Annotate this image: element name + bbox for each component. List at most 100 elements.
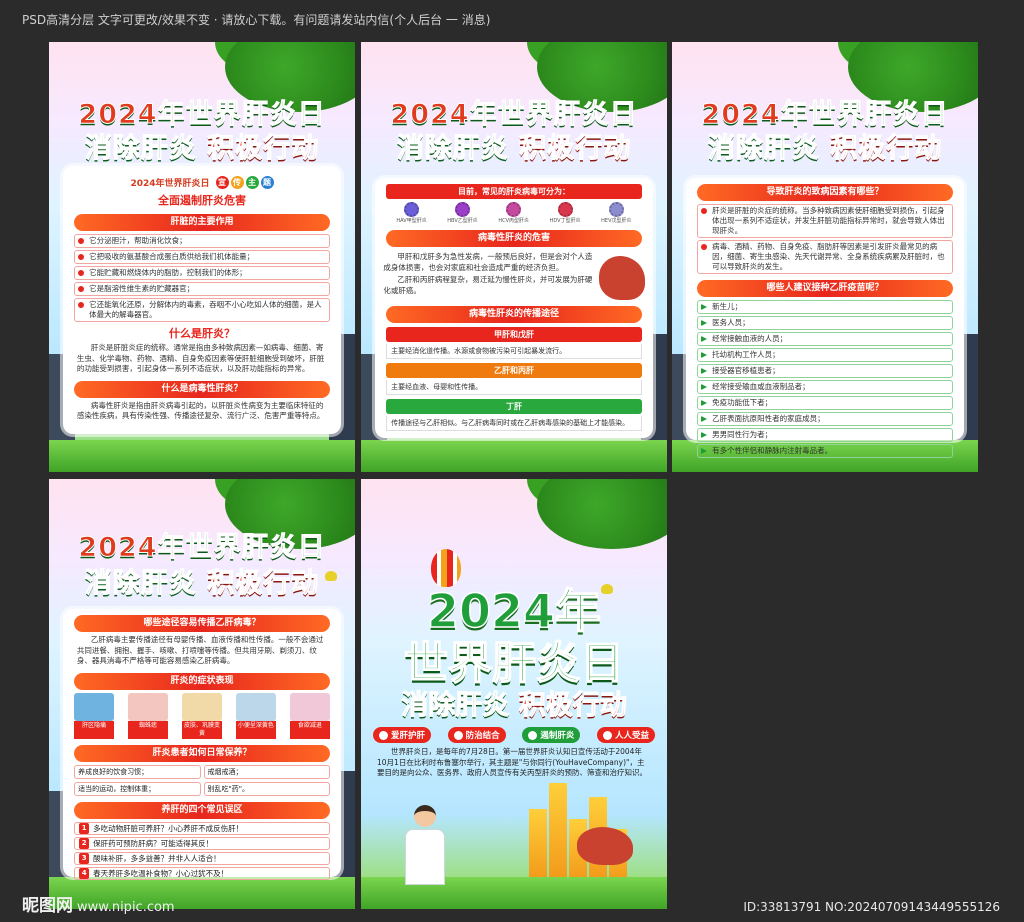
section-bar-viral: 什么是病毒性肝炎？ [74, 380, 330, 398]
section-bar-route: 病毒性肝炎的传播途径 [386, 306, 642, 323]
site-logo[interactable]: 昵图网 www.nipic.com [22, 891, 175, 916]
harm-block: 甲肝和戊肝多为急性发病，一般预后良好，但是会对个人造成身体损害，也会对家庭和社会… [383, 250, 645, 300]
list-item: 经常接触血液的人员； [697, 332, 953, 346]
list-item: 4 春天养肝多吃温补食物？小心过犹不及！ [74, 866, 330, 880]
poster-slogan: 消除肝炎 积极行动 [396, 133, 632, 165]
list-item: 2 保肝药可预防肝病？可能适得其反！ [74, 836, 330, 850]
heart-icon [379, 730, 388, 740]
hero-title: 世界肝炎日 [403, 637, 625, 690]
tag-row: 爱肝护肝 防治结合 遏制肝炎 人人受益 [373, 727, 655, 743]
virus-item: HDV丁型肝炎 [550, 202, 581, 224]
poster-5[interactable]: 2024年 世界肝炎日 消除肝炎 积极行动 爱肝护肝 防治结合 遏制肝炎 人人受… [361, 479, 667, 909]
vaccine-group-list: 新生儿； 医务人员； 经常接触血液的人员； 托幼机构工作人员； 接受器官移植患者… [697, 300, 953, 458]
list-item: 它能贮藏和燃烧体内的脂肪，控制我们的体形； [74, 266, 330, 280]
care-item: 养成良好的饮食习惯； [74, 764, 201, 779]
theme-badge: 传 [230, 176, 244, 189]
intro-text: 世界肝炎日，是每年的7月28日。第一届世界肝炎认知日宣传活动于2004年10月1… [377, 747, 647, 777]
theme-badges: 宣 传 主 题 [215, 176, 274, 189]
section-bar-vaccine: 哪些人建议接种乙肝疫苗呢？ [697, 280, 953, 297]
content-card: 导致肝炎的致病因素有哪些？ 肝炎是肝脏的炎症的统称。当多种致病因素使肝细胞受到损… [686, 178, 964, 458]
top-notice-text: PSD高清分层 文字可更改/效果不变 · 请放心下载。有问题请发站内信(个人后台… [22, 12, 491, 27]
theme-text: 全面遏制肝炎危害 [158, 194, 246, 207]
content-card: 2024年世界肝炎日 宣 传 主 题 全面遏制肝炎危害 肝脏的主要作用 它分泌胆… [63, 166, 341, 434]
virus-header: 目前，常见的肝炎病毒可分为： [386, 184, 642, 199]
grass-ground [361, 440, 667, 472]
route-ae-text: 主要经消化道传播。水源或食物被污染可引起暴发流行。 [386, 344, 642, 359]
top-notice-bar: PSD高清分层 文字可更改/效果不变 · 请放心下载。有问题请发站内信(个人后台… [0, 0, 1024, 38]
care-grid: 养成良好的饮食习惯； 戒烟戒酒； 适当的运动，控制体重； 别乱吃"药"。 [74, 764, 330, 796]
poster-slogan: 消除肝炎 积极行动 [84, 568, 320, 600]
section-bar-care: 肝炎患者如何日常保养？ [74, 744, 330, 762]
symptom-item: 小便呈深黄色 [235, 692, 276, 739]
route-ae-header: 甲肝和戊肝 [386, 327, 642, 342]
care-item: 适当的运动，控制体重； [74, 781, 201, 796]
symptom-item: 肝区隐痛 [74, 692, 115, 739]
list-item: 乙肝表面抗原阳性者的家庭成员； [697, 412, 953, 426]
section-bar-route: 哪些途径容易传播乙肝病毒？ [74, 615, 330, 632]
viral-text: 病毒性肝炎是指由肝炎病毒引起的，以肝脏炎性病变为主要临床特征的感染性疾病，具有传… [76, 400, 325, 421]
care-item: 戒烟戒酒； [203, 764, 330, 779]
poster-slogan: 消除肝炎 积极行动 [707, 133, 943, 165]
poster-4[interactable]: 2024年世界肝炎日 消除肝炎 积极行动 哪些途径容易传播乙肝病毒？ 乙肝病毒主… [49, 479, 355, 909]
tag-pill: 人人受益 [596, 727, 655, 743]
list-item: 经常接受输血或血液制品者； [697, 380, 953, 394]
poster-slogan: 消除肝炎 积极行动 [84, 133, 320, 165]
list-item: 有多个性伴侣和静脉内注射毒品者。 [697, 444, 953, 458]
section-bar-cause: 导致肝炎的致病因素有哪些？ [697, 184, 953, 201]
list-item: 1 多吃动物肝脏可养肝？小心养肝不成反伤肝！ [74, 821, 330, 835]
list-item: 男男同性行为者； [697, 428, 953, 442]
virus-item: HCV丙型肝炎 [498, 202, 529, 224]
footer: 昵图网 www.nipic.com ID:33813791 NO:20240709… [0, 894, 1024, 922]
list-item: 免疫功能低下者； [697, 396, 953, 410]
symptom-item: 食欲减退 [289, 692, 330, 739]
poster-title: 2024年世界肝炎日 [78, 532, 326, 564]
function-list: 它分泌胆汁，帮助消化饮食； 它把吸收的氨基酸合成蛋白质供给我们机体能量； 它能贮… [74, 234, 330, 322]
symptom-item: 蜘蛛痣 [128, 692, 169, 739]
hero-slogan: 消除肝炎 积极行动 [401, 690, 627, 722]
list-item: 它还能氧化还原，分解体内的毒素，吞咽不小心吃如人体的细菌，是人体最大的解毒器官。 [74, 298, 330, 322]
content-card: 目前，常见的肝炎病毒可分为： HAV甲型肝炎 HBV乙型肝炎 HCV丙型肝炎 H… [375, 178, 653, 438]
symptom-icons: 肝区隐痛 蜘蛛痣 皮肤、巩膜变黄 小便呈深黄色 食欲减退 [74, 692, 330, 739]
list-item: 它分泌胆汁，帮助消化饮食； [74, 234, 330, 248]
heart-icon [453, 730, 463, 740]
harm-text-2: 乙肝和丙肝病程复杂，易迁延为慢性肝炎，并可发展为肝硬化或肝癌。 [383, 275, 593, 295]
virus-item: HBV乙型肝炎 [447, 202, 478, 224]
poster-2[interactable]: 2024年世界肝炎日 消除肝炎 积极行动 目前，常见的肝炎病毒可分为： HAV甲… [361, 42, 667, 472]
tag-pill: 防治结合 [447, 727, 506, 743]
poster-3[interactable]: 2024年世界肝炎日 消除肝炎 积极行动 导致肝炎的致病因素有哪些？ 肝炎是肝脏… [672, 42, 978, 472]
route-bc-header: 乙肝和丙肝 [386, 363, 642, 378]
virus-item: HEV戊型肝炎 [601, 202, 632, 224]
theme-label: 2024年世界肝炎日 [130, 179, 210, 189]
heart-icon [528, 730, 538, 740]
list-item: 病毒、酒精、药物、自身免疫、脂肪肝等因素是引发肝炎最常见的病因，细菌、寄生虫感染… [697, 240, 953, 274]
myth-list: 1 多吃动物肝脏可养肝？小心养肝不成反伤肝！ 2 保肝药可预防肝病？可能适得其反！ … [74, 821, 330, 880]
harm-text-1: 甲肝和戊肝多为急性发病，一般预后良好，但是会对个人造成身体损害，也会对家庭和社会… [383, 252, 593, 272]
grass-ground [49, 440, 355, 472]
what-text: 肝炎是肝脏炎症的统称。通常是指由多种致病因素—如病毒、细菌、寄生虫、化学毒物、药… [76, 343, 325, 373]
doctor-figure [403, 805, 447, 895]
section-bar-symptom: 肝炎的症状表现 [74, 672, 330, 690]
heart-icon [602, 730, 612, 740]
theme-badge: 宣 [215, 176, 229, 189]
liver-icon [577, 827, 633, 865]
content-card: 哪些途径容易传播乙肝病毒？ 乙肝病毒主要传播途径有母婴传播、血液传播和性传播。一… [63, 609, 341, 880]
route-d-text: 传播途径与乙肝相似。与乙肝病毒同时或在乙肝病毒感染的基础上才能感染。 [386, 416, 642, 431]
list-item: 肝炎是肝脏的炎症的统称。当多种致病因素使肝细胞受到损伤，引起身体出现一系列不适症… [697, 204, 953, 238]
list-item: 医务人员； [697, 316, 953, 330]
section-bar-function: 肝脏的主要作用 [74, 214, 330, 231]
poster-1[interactable]: 2024年世界肝炎日 消除肝炎 积极行动 2024年世界肝炎日 宣 传 主 题 … [49, 42, 355, 472]
question-what: 什么是肝炎？ [169, 327, 235, 340]
route-bc-text: 主要经血液、母婴和性传播。 [386, 380, 642, 395]
tag-pill: 遏制肝炎 [522, 727, 581, 743]
section-bar-myth: 养肝的四个常见误区 [74, 801, 330, 819]
cause-list: 肝炎是肝脏的炎症的统称。当多种致病因素使肝细胞受到损伤，引起身体出现一系列不适症… [697, 204, 953, 274]
list-item: 托幼机构工作人员； [697, 348, 953, 362]
list-item: 新生儿； [697, 300, 953, 314]
list-item: 它把吸收的氨基酸合成蛋白质供给我们机体能量； [74, 250, 330, 264]
symptom-item: 皮肤、巩膜变黄 [182, 692, 222, 739]
care-item: 别乱吃"药"。 [203, 781, 330, 796]
theme-badge: 主 [245, 176, 259, 189]
section-bar-harm: 病毒性肝炎的危害 [386, 230, 642, 247]
list-item: 它是脂溶性维生素的贮藏器官； [74, 282, 330, 296]
theme-badge: 题 [260, 176, 274, 189]
